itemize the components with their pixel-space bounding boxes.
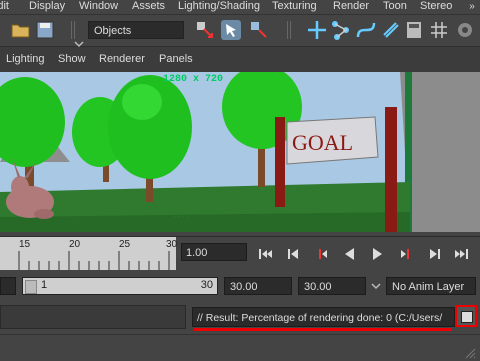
tick-label-15: 15	[19, 239, 31, 250]
menu-display[interactable]: Display	[29, 0, 65, 14]
curve-tool-icon[interactable]	[355, 19, 377, 41]
range-slider-end: 30	[200, 279, 213, 291]
anim-layer-field[interactable]: No Anim Layer	[386, 277, 476, 295]
3d-viewport[interactable]: · · · · GOAL	[0, 72, 480, 232]
max-time-field[interactable]: 30.00	[298, 277, 366, 295]
panel-menu-show[interactable]: Show	[58, 53, 86, 65]
resize-grip-icon[interactable]	[462, 345, 476, 359]
script-editor-button[interactable]	[455, 305, 477, 327]
viewport-scene: · · · ·	[0, 72, 480, 232]
grid-icon[interactable]	[428, 19, 450, 41]
highlight-underline	[194, 328, 452, 331]
move-tool-icon[interactable]	[306, 19, 328, 41]
render-settings-icon[interactable]	[454, 19, 476, 41]
step-back-frame-icon[interactable]	[312, 246, 332, 262]
end-time-field[interactable]: 30.00	[224, 277, 292, 295]
status-toolbar	[0, 15, 480, 48]
open-folder-icon[interactable]	[10, 19, 32, 41]
menu-stereo[interactable]: Stereo	[420, 0, 452, 14]
joint-tool-icon[interactable]	[330, 19, 352, 41]
tick-label-30: 30	[166, 239, 178, 250]
panel-menu-lighting[interactable]: Lighting	[6, 53, 45, 65]
go-to-start-icon[interactable]	[256, 246, 276, 262]
menu-toon[interactable]: Toon	[383, 0, 407, 14]
step-forward-frame-icon[interactable]	[396, 246, 416, 262]
menu-render[interactable]: Render	[333, 0, 369, 14]
go-to-end-icon[interactable]	[452, 246, 472, 262]
resolution-gate-label: 1280 x 720	[163, 74, 224, 85]
range-slider-handle[interactable]	[25, 280, 37, 294]
command-input[interactable]	[0, 305, 186, 329]
script-editor-icon	[461, 311, 473, 323]
time-ruler[interactable]: 15 20 25 30	[0, 237, 178, 270]
start-time-field[interactable]	[0, 277, 16, 295]
panel-menubar: Lighting Show Renderer Panels	[0, 47, 480, 73]
menu-lighting-shading[interactable]: Lighting/Shading	[178, 0, 260, 14]
svg-text:· · · ·: · · · ·	[174, 213, 189, 220]
anim-layer-dropdown-icon[interactable]	[371, 281, 381, 291]
calculator-icon[interactable]	[403, 19, 425, 41]
menu-assets[interactable]: Assets	[132, 0, 165, 14]
menu-overflow-icon[interactable]: »	[464, 0, 480, 14]
brush-icon[interactable]	[380, 19, 402, 41]
panel-menu-panels[interactable]: Panels	[159, 53, 193, 65]
range-slider-start: 1	[41, 279, 48, 291]
selection-mode-dropdown[interactable]: Objects	[88, 21, 184, 39]
tick-label-25: 25	[119, 239, 131, 250]
goal-sign-text: GOAL	[292, 130, 354, 155]
play-forward-icon[interactable]	[367, 246, 387, 262]
range-slider[interactable]: 1 30	[22, 277, 218, 295]
step-forward-key-icon[interactable]	[424, 246, 444, 262]
menu-window[interactable]: Window	[79, 0, 118, 14]
save-icon[interactable]	[34, 19, 56, 41]
select-by-hierarchy-icon[interactable]	[194, 19, 216, 41]
command-result: // Result: Percentage of rendering done:…	[192, 307, 455, 327]
select-by-object-icon[interactable]	[220, 19, 242, 41]
current-frame-field[interactable]: 1.00	[181, 243, 247, 261]
play-back-icon[interactable]	[340, 246, 360, 262]
panel-menu-renderer[interactable]: Renderer	[99, 53, 145, 65]
step-back-key-icon[interactable]	[284, 246, 304, 262]
main-menubar: Edit Display Window Assets Lighting/Shad…	[0, 0, 480, 15]
menu-edit[interactable]: Edit	[0, 0, 9, 14]
separator-grip-icon-2	[287, 21, 291, 39]
help-line	[0, 334, 480, 361]
select-by-component-icon[interactable]	[248, 19, 270, 41]
menu-texturing[interactable]: Texturing	[272, 0, 317, 14]
tick-label-20: 20	[69, 239, 81, 250]
